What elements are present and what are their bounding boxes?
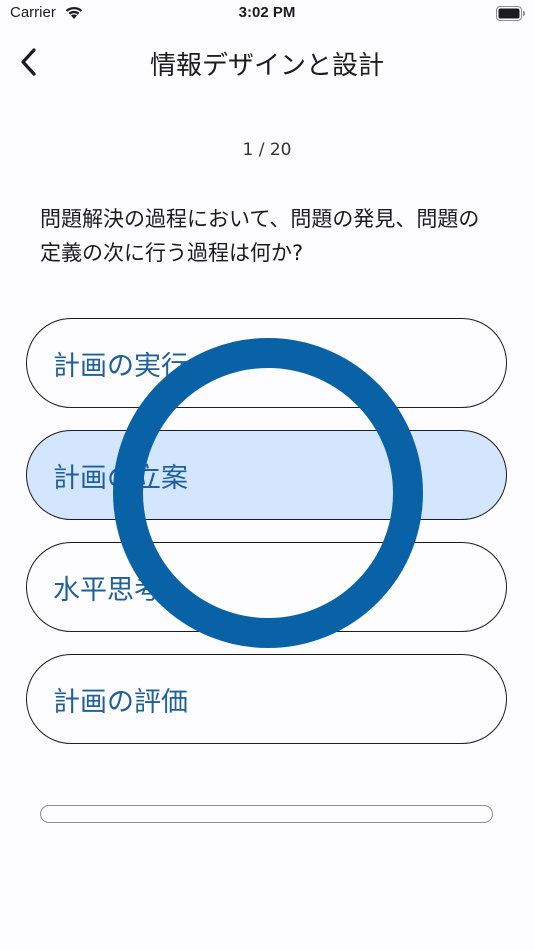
status-time: 3:02 PM — [238, 4, 296, 21]
battery-full-icon — [496, 6, 526, 25]
loading-ring-icon — [113, 338, 423, 648]
question-progress: 1 / 20 — [242, 140, 292, 160]
page-title: 情報デザインと設計 — [149, 51, 384, 81]
status-bar: Carrier 3:02 PM — [0, 0, 534, 28]
answer-option[interactable]: 計画の評価 — [26, 654, 507, 744]
progress-bar — [40, 805, 493, 823]
answer-option-label: 計画の評価 — [53, 686, 188, 718]
question-text: 問題解決の過程において、問題の発見、問題の定義の次に行う過程は何か? — [40, 207, 480, 265]
